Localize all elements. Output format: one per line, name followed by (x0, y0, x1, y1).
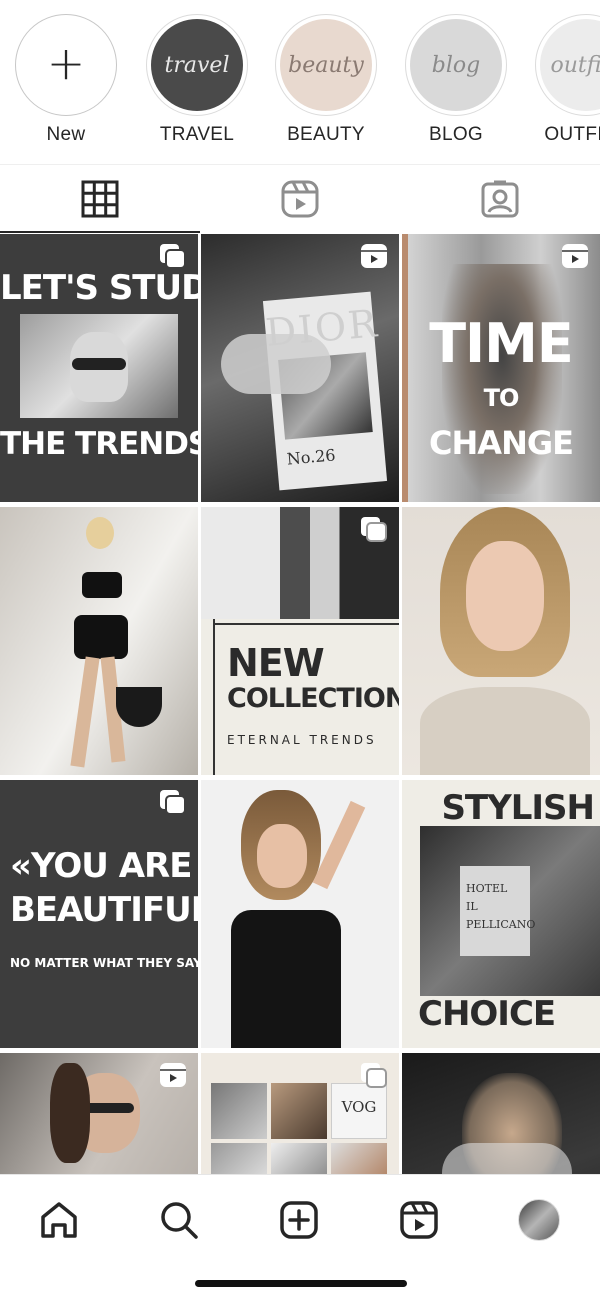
post-headline: STYLISH (441, 788, 595, 828)
highlight-cover-ring: outfits (535, 14, 600, 116)
plus-icon: + (46, 36, 86, 90)
highlight-new-ring: + (15, 14, 117, 116)
post-subtitle: ETERNAL TRENDS (227, 733, 377, 747)
carousel-icon (160, 244, 186, 269)
nav-profile[interactable] (509, 1195, 569, 1245)
highlight-travel[interactable]: travel TRAVEL (144, 14, 250, 146)
magazine-issue: No.26 (285, 445, 337, 469)
carousel-icon (361, 517, 387, 542)
post-headline: CHANGE (429, 424, 574, 462)
post-tile[interactable] (201, 780, 399, 1048)
highlight-new[interactable]: + New (13, 14, 119, 146)
highlight-beauty[interactable]: beauty BEAUTY (273, 14, 379, 146)
post-headline: THE TRENDS? (0, 426, 198, 462)
post-headline: CHOICE (418, 994, 556, 1034)
highlight-label: BEAUTY (287, 124, 365, 145)
tab-tagged[interactable] (400, 165, 600, 233)
highlight-label: TRAVEL (159, 124, 235, 145)
post-photo (420, 507, 590, 775)
post-tile[interactable]: LET'S STUDY THE TRENDS? (0, 234, 198, 502)
post-headline: NEW (227, 641, 325, 685)
reels-icon (400, 1201, 438, 1239)
post-tile[interactable]: NEW COLLECTION ETERNAL TRENDS (201, 507, 399, 775)
grid-icon (81, 180, 119, 218)
highlight-cover-ring: travel (146, 14, 248, 116)
profile-avatar (518, 1199, 560, 1241)
post-tile[interactable]: DIOR No.26 (201, 234, 399, 502)
nav-create[interactable] (269, 1195, 329, 1245)
magazine-title: VOG (341, 1098, 377, 1116)
nav-search[interactable] (149, 1195, 209, 1245)
post-headline: TIME (429, 312, 574, 375)
post-headline: LET'S STUDY (0, 268, 198, 308)
post-photo (211, 1083, 267, 1139)
post-headline: COLLECTION (227, 683, 399, 714)
reel-badge-icon (562, 244, 588, 268)
active-tab-indicator (0, 231, 200, 233)
post-photo (211, 780, 391, 1048)
highlight-label: BLOG (429, 124, 483, 145)
highlight-cover-ring: blog (405, 14, 507, 116)
nav-reels[interactable] (389, 1195, 449, 1245)
post-photo: HOTEL IL PELLICANO (420, 826, 600, 996)
bag-text: HOTEL (466, 882, 508, 895)
post-photo (20, 314, 178, 418)
post-tile[interactable]: TIME TO CHANGE (402, 234, 600, 502)
post-tile[interactable]: HOTEL IL PELLICANO STYLISH CHOICE (402, 780, 600, 1048)
bag-text: PELLICANO (466, 918, 536, 931)
nav-home[interactable] (29, 1195, 89, 1245)
highlight-cover-blog: blog (410, 19, 502, 111)
post-headline: «YOU ARE (10, 846, 192, 886)
bag-text: IL (466, 900, 478, 913)
highlight-cover-ring: beauty (275, 14, 377, 116)
reel-badge-icon (361, 244, 387, 268)
post-photo (60, 517, 162, 768)
home-indicator (195, 1280, 407, 1287)
profile-tabs (0, 164, 600, 233)
story-highlights-row: + New travel TRAVEL beauty BEAUTY blog B… (0, 0, 600, 163)
home-icon (41, 1202, 77, 1238)
post-subtitle: NO MATTER WHAT THEY SAY.» (10, 956, 198, 970)
post-tile[interactable] (402, 507, 600, 775)
post-headline: BEAUTIFUL, (10, 890, 198, 930)
search-icon (161, 1202, 198, 1239)
carousel-icon (361, 1063, 387, 1088)
post-headline: TO (483, 384, 520, 412)
highlight-cover-outfits: outfits (540, 19, 600, 111)
post-tile[interactable]: «YOU ARE BEAUTIFUL, NO MATTER WHAT THEY … (0, 780, 198, 1048)
create-post-icon (280, 1201, 318, 1239)
reel-badge-icon (160, 1063, 186, 1087)
highlight-outfits[interactable]: outfits OUTFITS (533, 14, 600, 146)
tagged-user-icon (481, 180, 519, 218)
highlight-label: New (46, 124, 86, 145)
tab-reels[interactable] (200, 165, 400, 233)
highlight-blog[interactable]: blog BLOG (403, 14, 509, 146)
carousel-icon (160, 790, 186, 815)
post-tile[interactable] (402, 1053, 600, 1174)
highlight-label: OUTFITS (544, 124, 600, 145)
posts-grid: LET'S STUDY THE TRENDS? DIOR No.26 TIME … (0, 234, 600, 1174)
reels-icon (281, 180, 319, 218)
post-tile[interactable] (0, 507, 198, 775)
highlight-cover-beauty: beauty (280, 19, 372, 111)
post-tile[interactable] (0, 1053, 198, 1174)
highlight-cover-travel: travel (151, 19, 243, 111)
post-tile[interactable]: VOG (201, 1053, 399, 1174)
tab-posts-grid[interactable] (0, 165, 200, 233)
